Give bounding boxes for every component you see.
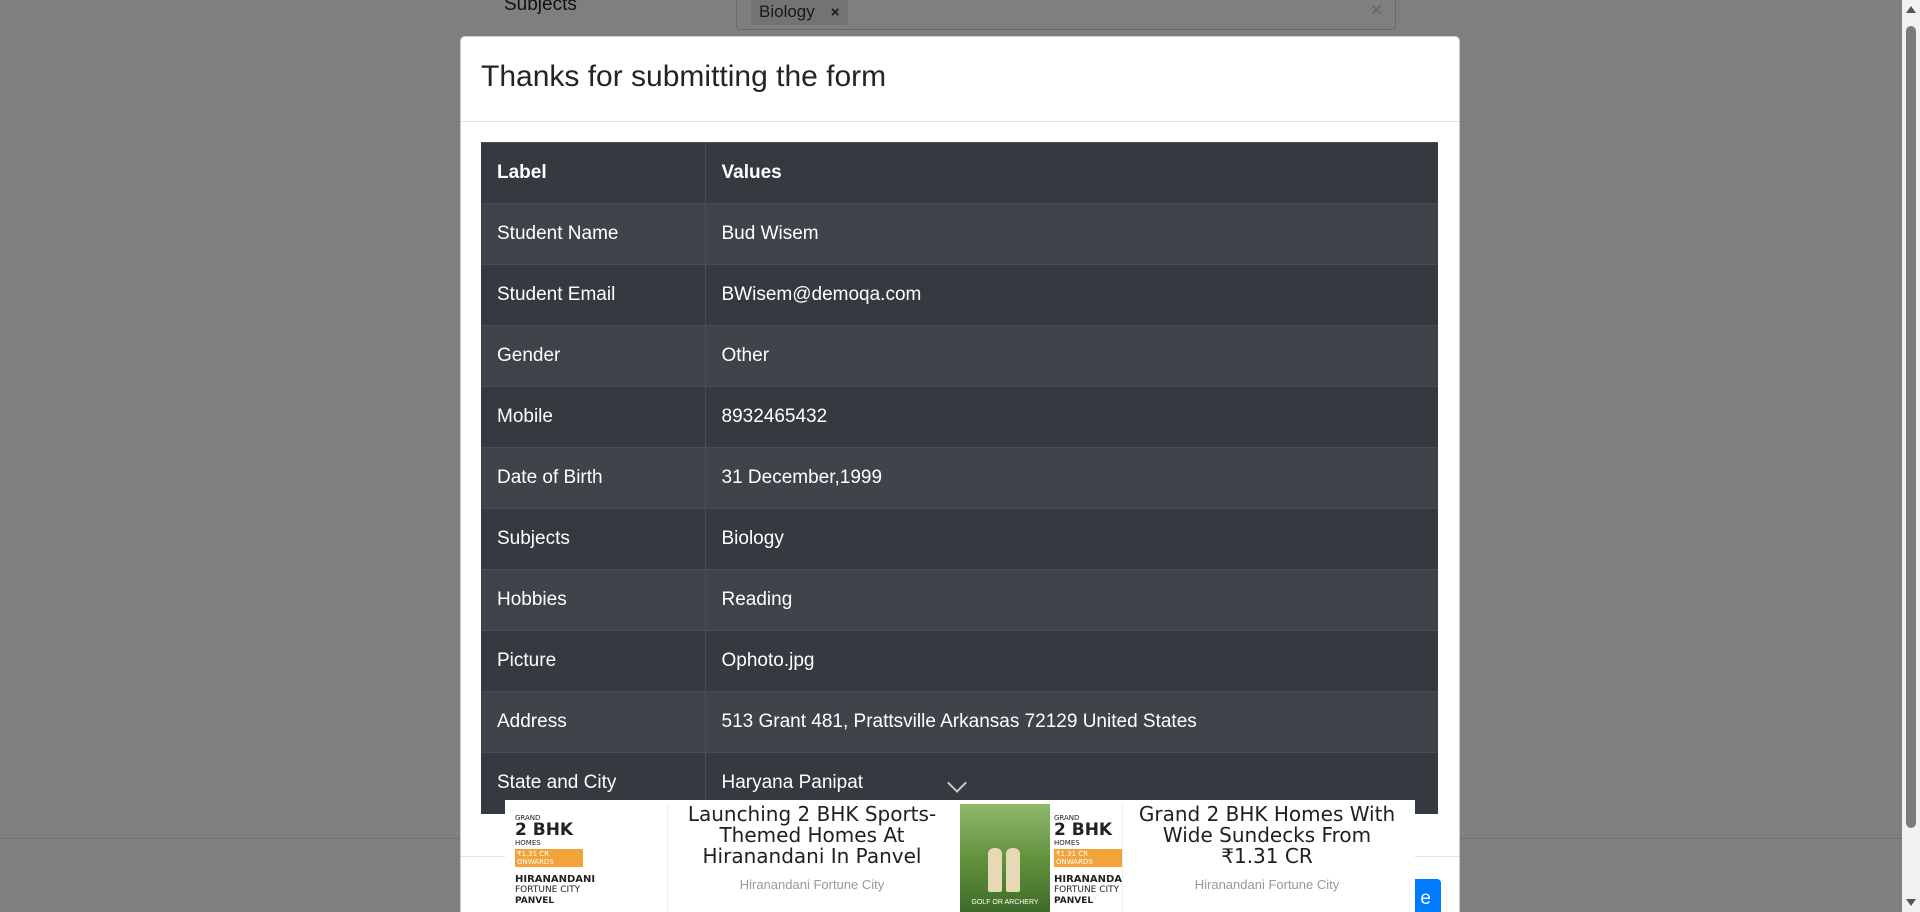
row-value: 31 December,1999 [705, 447, 1438, 509]
ad-thumb-hiranandani: HIRANANDANI [515, 874, 596, 885]
table-row: Student Name Bud Wisem [481, 203, 1438, 265]
table-row: Subjects Biology [481, 508, 1438, 570]
ad-headline[interactable]: Grand 2 BHK Homes With Wide Sundecks Fro… [1132, 804, 1402, 867]
ad-text[interactable]: Launching 2 BHK Sports-Themed Homes At H… [677, 804, 947, 893]
header-label: Label [481, 142, 706, 204]
ad-photo-caption: GOLF OR ARCHERY [971, 899, 1039, 906]
scrollbar-thumb[interactable] [1906, 26, 1916, 828]
table-row: Picture Ophoto.jpg [481, 630, 1438, 692]
row-label: Picture [481, 630, 706, 692]
modal-body: Label Values Student Name Bud Wisem Stud… [481, 142, 1438, 814]
table-row: Gender Other [481, 325, 1438, 387]
ad-source[interactable]: Hiranandani Fortune City [677, 877, 947, 892]
ad-thumb-place: PANVEL [515, 896, 555, 906]
row-value: BWisem@demoqa.com [705, 264, 1438, 326]
ad-unit[interactable]: GRAND 2 BHK HOMES ₹1.31 CR ONWARDS HIRAN… [505, 800, 960, 912]
ad-thumb-hiranandani: HIRANANDANI [1054, 874, 1123, 885]
table-row: Mobile 8932465432 [481, 386, 1438, 448]
row-value: 513 Grant 481, Prattsville Arkansas 7212… [705, 691, 1438, 753]
row-label: Mobile [481, 386, 706, 448]
ad-headline[interactable]: Launching 2 BHK Sports-Themed Homes At H… [677, 804, 947, 867]
table-row: Hobbies Reading [481, 569, 1438, 631]
row-value: Biology [705, 508, 1438, 570]
ad-thumbnail[interactable]: GRAND 2 BHK HOMES ₹1.31 CR ONWARDS HIRAN… [505, 804, 668, 912]
row-label: Gender [481, 325, 706, 387]
ad-thumbnail[interactable]: GOLF OR ARCHERY GRAND 2 BHK HOMES ₹1.31 … [960, 804, 1123, 912]
ad-source[interactable]: Hiranandani Fortune City [1132, 877, 1402, 892]
scroll-down-icon[interactable] [1906, 899, 1916, 906]
table-row: Address 513 Grant 481, Prattsville Arkan… [481, 691, 1438, 753]
row-value: Ophoto.jpg [705, 630, 1438, 692]
ad-photo: GOLF OR ARCHERY [960, 804, 1050, 912]
scroll-up-icon[interactable] [1906, 6, 1916, 13]
ad-thumb-brand: GRAND 2 BHK HOMES ₹1.31 CR ONWARDS HIRAN… [1054, 814, 1122, 907]
ad-thumb-bhk: 2 BHK [515, 820, 574, 840]
results-table: Label Values Student Name Bud Wisem Stud… [481, 142, 1438, 814]
ad-photo-figure [988, 848, 1002, 892]
row-label: Address [481, 691, 706, 753]
row-value: 8932465432 [705, 386, 1438, 448]
table-row: Student Email BWisem@demoqa.com [481, 264, 1438, 326]
row-value: Other [705, 325, 1438, 387]
ad-thumb-homes: HOMES [1054, 839, 1080, 847]
table-row: Date of Birth 31 December,1999 [481, 447, 1438, 509]
modal-title: Thanks for submitting the form [481, 60, 887, 93]
ad-photo-figure [1006, 848, 1020, 892]
ad-thumb-fortune: FORTUNE CITY [1054, 885, 1120, 895]
ad-thumb-price: ₹1.31 CR ONWARDS [1054, 849, 1122, 867]
header-values: Values [705, 142, 1438, 204]
ad-text[interactable]: Grand 2 BHK Homes With Wide Sundecks Fro… [1132, 804, 1402, 893]
row-value: Bud Wisem [705, 203, 1438, 265]
page-scrollbar[interactable] [1902, 0, 1920, 912]
ad-unit[interactable]: GOLF OR ARCHERY GRAND 2 BHK HOMES ₹1.31 … [960, 800, 1415, 912]
ad-banner[interactable]: GRAND 2 BHK HOMES ₹1.31 CR ONWARDS HIRAN… [505, 800, 1415, 912]
row-value: Reading [705, 569, 1438, 631]
modal-header: Thanks for submitting the form [461, 37, 1459, 122]
ad-thumb-fortune: FORTUNE CITY [515, 885, 581, 895]
row-label: Student Name [481, 203, 706, 265]
ad-thumb-homes: HOMES [515, 839, 541, 847]
ad-thumb-bhk: 2 BHK [1054, 820, 1113, 840]
row-label: Student Email [481, 264, 706, 326]
row-label: Hobbies [481, 569, 706, 631]
ad-thumb-brand: GRAND 2 BHK HOMES ₹1.31 CR ONWARDS HIRAN… [515, 814, 596, 907]
row-label: Subjects [481, 508, 706, 570]
ad-thumb-place: PANVEL [1054, 896, 1094, 906]
table-header-row: Label Values [481, 142, 1438, 204]
row-label: Date of Birth [481, 447, 706, 509]
ad-thumb-price: ₹1.31 CR ONWARDS [515, 849, 583, 867]
